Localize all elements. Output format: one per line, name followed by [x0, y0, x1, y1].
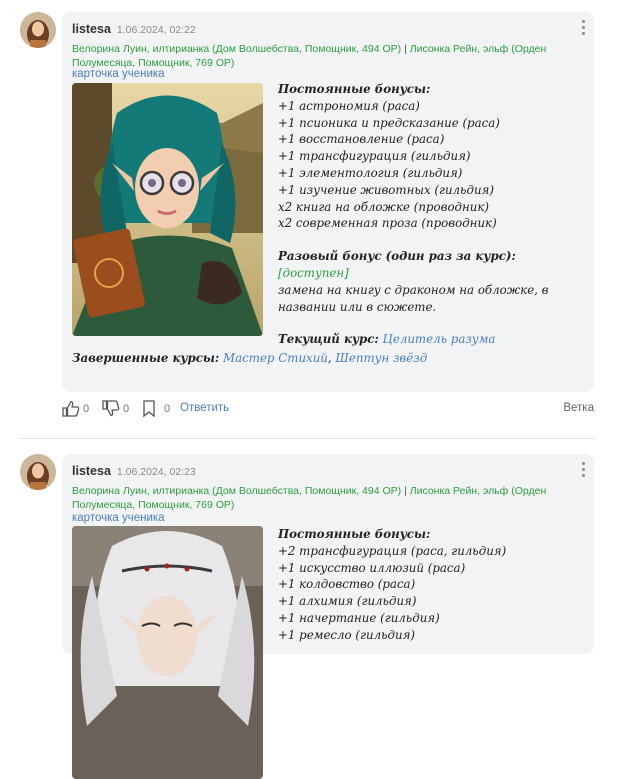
thread-link[interactable]: Ветка — [563, 402, 594, 414]
character-separator: | — [404, 485, 407, 497]
author-name[interactable]: listesa 1.06.2024, 02:23 — [72, 464, 196, 478]
character-1[interactable]: Велорина Луин, илтирианка (Дом Волшебств… — [72, 43, 401, 55]
bonus-item: +1 алхимия (гильдия) — [278, 594, 417, 609]
comment-card: listesa 1.06.2024, 02:23 Велорина Луин, и… — [62, 454, 594, 779]
bonus-item: x2 современная проза (проводник) — [278, 216, 497, 231]
post-date: 1.06.2024, 02:23 — [116, 466, 196, 478]
bonus-item: +1 псионика и предсказание (раса) — [278, 115, 500, 130]
onetime-bonus-header: Разовый бонус (один раз за курс): — [278, 249, 516, 264]
current-course-link[interactable]: Целитель разума — [383, 332, 496, 346]
permanent-bonuses-header: Постоянные бонусы: — [278, 82, 431, 96]
like-count: 0 — [83, 402, 90, 415]
bonus-item: +1 астрономия (раса) — [278, 98, 420, 113]
post-date: 1.06.2024, 02:22 — [116, 24, 196, 36]
completed-courses: Завершенные курсы: Мастер Стихий, Шептун… — [72, 351, 428, 365]
more-options-icon[interactable] — [580, 20, 586, 36]
character-portrait — [72, 526, 263, 779]
bookmark-button[interactable]: 0 — [142, 400, 170, 417]
thumbs-down-icon — [102, 400, 120, 417]
permanent-bonuses-header: Постоянные бонусы: — [278, 527, 431, 541]
bonuses-block: Постоянные бонусы: +1 астрономия (раса) … — [278, 81, 588, 348]
character-list: Велорина Луин, илтирианка (Дом Волшебств… — [72, 42, 572, 70]
student-card-link[interactable]: карточка ученика — [72, 512, 165, 524]
bonus-item: +1 восстановление (раса) — [278, 132, 445, 147]
comment-post: listesa 1.06.2024, 02:23 Велорина Луин, и… — [0, 440, 627, 779]
onetime-bonus-status: [доступен] — [278, 265, 349, 280]
bonus-item: +1 элементология (гильдия) — [278, 165, 463, 180]
completed-course-link[interactable]: Шептун звёзд — [335, 351, 427, 365]
thumbs-up-icon — [62, 400, 80, 417]
completed-courses-header: Завершенные курсы: — [72, 351, 220, 365]
onetime-bonus-text: названии или в сюжете. — [278, 299, 437, 314]
bonus-item: +1 трансфигурация (гильдия) — [278, 149, 471, 164]
bonus-item: +1 искусство иллюзий (раса) — [278, 560, 466, 575]
onetime-bonus-text: замена на книгу с драконом на обложке, в — [278, 282, 549, 297]
bonuses-block: Постоянные бонусы: +2 трансфигурация (ра… — [278, 526, 588, 644]
current-course-header: Текущий курс: — [278, 332, 379, 347]
character-1[interactable]: Велорина Луин, илтирианка (Дом Волшебств… — [72, 485, 401, 497]
bonus-item: x2 книга на обложке (проводник) — [278, 199, 490, 214]
dislike-button[interactable]: 0 — [102, 400, 129, 417]
avatar[interactable] — [20, 12, 56, 48]
bonus-item: +2 трансфигурация (раса, гильдия) — [278, 543, 507, 558]
bonus-item: +1 изучение животных (гильдия) — [278, 182, 494, 197]
character-portrait — [72, 83, 263, 336]
bonus-item: +1 колдовство (раса) — [278, 577, 416, 592]
bonus-item: +1 ремесло (гильдия) — [278, 627, 415, 642]
like-button[interactable]: 0 — [62, 400, 89, 417]
post-actions: 0 0 0 Ответить Ветка — [62, 400, 596, 418]
character-separator: | — [404, 43, 407, 55]
avatar[interactable] — [20, 454, 56, 490]
bookmark-count: 0 — [164, 402, 171, 415]
student-card-link[interactable]: карточка ученика — [72, 68, 165, 80]
post-divider — [20, 438, 595, 439]
dislike-count: 0 — [123, 402, 130, 415]
character-list: Велорина Луин, илтирианка (Дом Волшебств… — [72, 484, 572, 512]
reply-button[interactable]: Ответить — [180, 402, 229, 414]
bonus-item: +1 начертание (гильдия) — [278, 610, 440, 625]
comment-post: listesa 1.06.2024, 02:22 Велорина Луин, и… — [0, 0, 627, 438]
comment-card: listesa 1.06.2024, 02:22 Велорина Луин, и… — [62, 12, 594, 392]
bookmark-icon — [143, 400, 155, 417]
completed-course-link[interactable]: Мастер Стихий — [223, 351, 328, 365]
author-name[interactable]: listesa 1.06.2024, 02:22 — [72, 22, 196, 36]
more-options-icon[interactable] — [580, 462, 586, 478]
